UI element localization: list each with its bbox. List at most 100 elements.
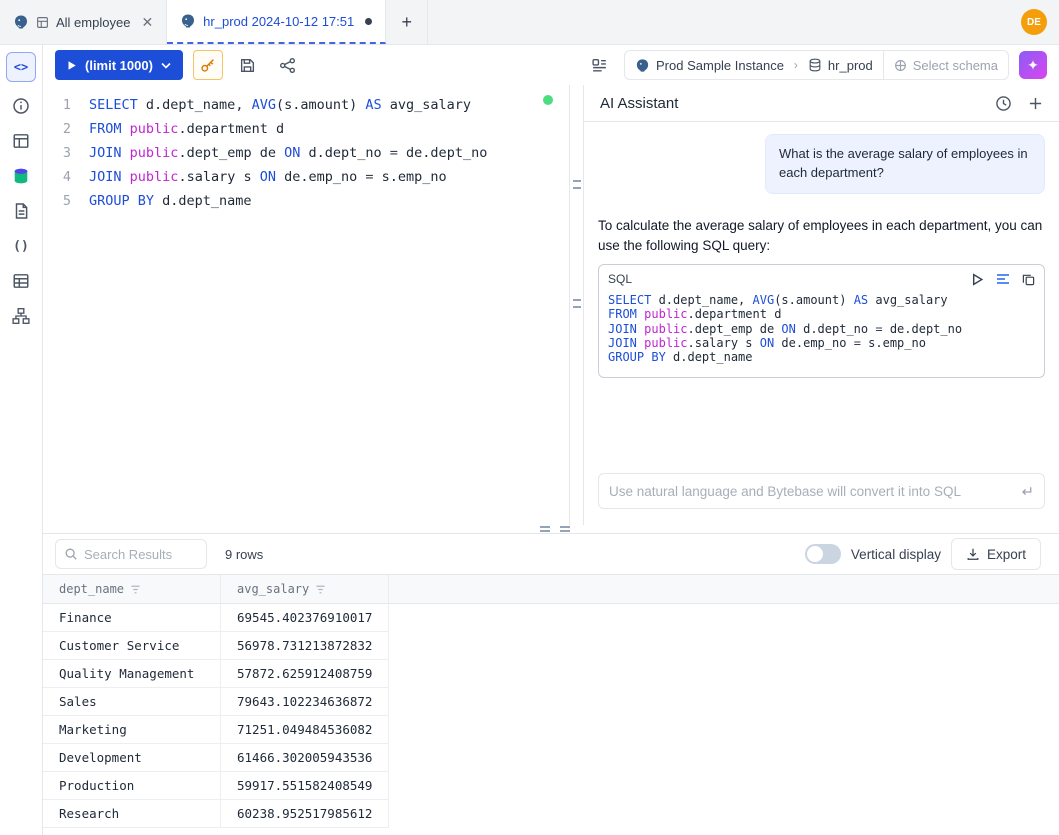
history-icon[interactable] — [995, 95, 1012, 112]
insert-snippet-icon[interactable] — [996, 272, 1010, 286]
table-cell-filler — [389, 660, 1059, 688]
tab-all-employee[interactable]: All employee ✕ — [0, 0, 167, 44]
editor-line[interactable]: 2FROM public.department d — [43, 117, 569, 141]
table-cell[interactable]: 57872.625912408759 — [221, 660, 389, 688]
editor-line[interactable]: 3JOIN public.dept_emp de ON d.dept_no = … — [43, 141, 569, 165]
ai-prompt-input[interactable] — [609, 484, 1019, 499]
code-language-label: SQL — [608, 270, 632, 288]
tab-bar: All employee ✕ hr_prod 2024-10-12 17:51 … — [0, 0, 1059, 45]
schema-selector[interactable]: Select schema — [883, 51, 1008, 79]
ai-sql-lines[interactable]: SELECT d.dept_name, AVG(s.amount) AS avg… — [599, 290, 1044, 376]
splitter-grip — [560, 526, 570, 532]
vertical-splitter[interactable] — [569, 85, 583, 525]
copy-icon[interactable] — [1022, 273, 1035, 286]
editor-line[interactable]: 4JOIN public.salary s ON de.emp_no = s.e… — [43, 165, 569, 189]
download-icon — [966, 547, 980, 561]
sql-editor[interactable]: 1SELECT d.dept_name, AVG(s.amount) AS av… — [43, 85, 569, 525]
table-cell[interactable]: 59917.551582408549 — [221, 772, 389, 800]
close-icon[interactable]: ✕ — [141, 14, 153, 31]
ai-sql-line: FROM public.department d — [608, 307, 1035, 321]
table-cell-filler — [389, 604, 1059, 632]
table-cell[interactable]: 60238.952517985612 — [221, 800, 389, 828]
ai-input-row — [584, 461, 1059, 525]
editor-toolbar: (limit 1000) — [43, 45, 1059, 85]
results-panel: 9 rows Vertical display Export dept_name… — [43, 533, 1059, 835]
sort-filter-icon[interactable] — [315, 584, 326, 595]
sheet-icon — [36, 16, 49, 29]
horizontal-splitter[interactable] — [43, 525, 1059, 533]
database-cylinder-icon — [808, 58, 822, 72]
instance-selector[interactable]: Prod Sample Instance — [625, 51, 794, 79]
sheets-icon[interactable] — [10, 270, 32, 292]
ai-assistant-icon[interactable]: ✦ — [1019, 51, 1047, 79]
connection-breadcrumb: Prod Sample Instance › hr_prod Select sc — [624, 50, 1009, 80]
table-row[interactable]: Sales79643.102234636872 — [43, 688, 1059, 716]
table-cell[interactable]: Sales — [43, 688, 221, 716]
table-row[interactable]: Customer Service56978.731213872832 — [43, 632, 1059, 660]
functions-icon[interactable]: () — [10, 235, 32, 257]
database-selector[interactable]: hr_prod — [798, 51, 883, 79]
schema-diagram-icon[interactable] — [10, 305, 32, 327]
info-icon[interactable] — [10, 95, 32, 117]
save-button[interactable] — [233, 50, 263, 80]
sql-code-card: SQL — [598, 264, 1045, 377]
sql-editor-icon[interactable]: <> — [6, 52, 36, 82]
table-cell[interactable]: Research — [43, 800, 221, 828]
results-body: Finance69545.402376910017Customer Servic… — [43, 604, 1059, 835]
editor-lines: 1SELECT d.dept_name, AVG(s.amount) AS av… — [43, 93, 569, 213]
tab-label: All employee — [56, 15, 130, 30]
table-cell[interactable]: Production — [43, 772, 221, 800]
admin-key-button[interactable] — [193, 50, 223, 80]
table-row[interactable]: Development61466.302005943536 — [43, 744, 1059, 772]
tab-label: hr_prod 2024-10-12 17:51 — [203, 14, 354, 29]
column-header[interactable]: dept_name — [43, 575, 221, 603]
share-button[interactable] — [273, 50, 303, 80]
table-cell[interactable]: 56978.731213872832 — [221, 632, 389, 660]
table-cell[interactable]: Development — [43, 744, 221, 772]
table-cell-filler — [389, 716, 1059, 744]
table-row[interactable]: Production59917.551582408549 — [43, 772, 1059, 800]
search-container — [55, 539, 207, 569]
table-row[interactable]: Finance69545.402376910017 — [43, 604, 1059, 632]
run-query-button[interactable]: (limit 1000) — [55, 50, 183, 80]
table-cell[interactable]: 61466.302005943536 — [221, 744, 389, 772]
export-button[interactable]: Export — [951, 538, 1041, 570]
table-cell-filler — [389, 688, 1059, 716]
search-icon — [64, 547, 78, 561]
column-header[interactable]: avg_salary — [221, 575, 389, 603]
table-cell[interactable]: Marketing — [43, 716, 221, 744]
editor-line[interactable]: 5GROUP BY d.dept_name — [43, 189, 569, 213]
table-cell[interactable]: Customer Service — [43, 632, 221, 660]
avatar[interactable]: DE — [1021, 9, 1047, 35]
table-cell[interactable]: Quality Management — [43, 660, 221, 688]
plus-icon: + — [401, 12, 412, 33]
row-count-label: 9 rows — [225, 547, 263, 562]
enter-icon[interactable] — [1019, 484, 1034, 499]
new-chat-icon[interactable] — [1028, 96, 1043, 111]
table-cell[interactable]: 69545.402376910017 — [221, 604, 389, 632]
vertical-display-toggle[interactable] — [805, 544, 841, 564]
table-row[interactable]: Marketing71251.049484536082 — [43, 716, 1059, 744]
changelist-icon[interactable] — [10, 200, 32, 222]
sort-filter-icon[interactable] — [130, 584, 141, 595]
connection-status-dot — [543, 95, 553, 105]
run-snippet-icon[interactable] — [971, 273, 984, 286]
format-icon[interactable] — [584, 50, 614, 80]
ai-assistant-panel: AI Assistant What is the average salary … — [583, 85, 1059, 525]
ai-sql-line: JOIN public.dept_emp de ON d.dept_no = d… — [608, 322, 1035, 336]
tab-hr-prod[interactable]: hr_prod 2024-10-12 17:51 — [167, 0, 386, 44]
table-row[interactable]: Research60238.952517985612 — [43, 800, 1059, 828]
new-tab-button[interactable]: + — [386, 0, 428, 44]
results-header: dept_nameavg_salary — [43, 574, 1059, 604]
chevron-down-icon[interactable] — [161, 62, 171, 69]
ai-panel-header: AI Assistant — [584, 85, 1059, 122]
left-rail: <> () — [0, 45, 43, 835]
table-row[interactable]: Quality Management57872.625912408759 — [43, 660, 1059, 688]
table-cell[interactable]: 71251.049484536082 — [221, 716, 389, 744]
database-icon[interactable] — [10, 165, 32, 187]
table-cell[interactable]: Finance — [43, 604, 221, 632]
table-icon[interactable] — [10, 130, 32, 152]
editor-line[interactable]: 1SELECT d.dept_name, AVG(s.amount) AS av… — [43, 93, 569, 117]
table-cell[interactable]: 79643.102234636872 — [221, 688, 389, 716]
search-results-input[interactable] — [84, 547, 198, 562]
